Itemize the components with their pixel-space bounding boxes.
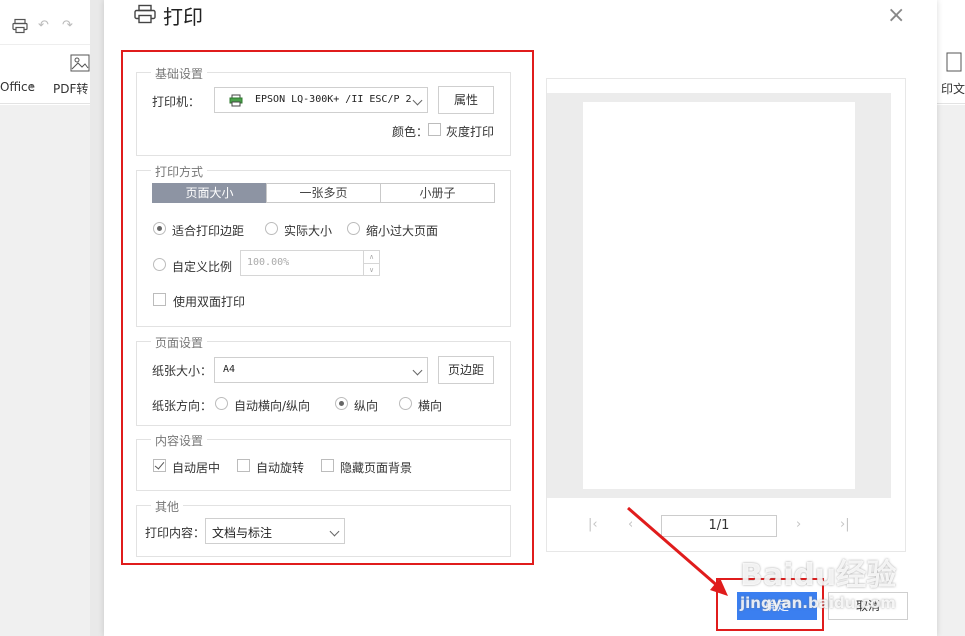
document-area-right bbox=[937, 105, 965, 636]
redo-icon[interactable]: ↷ bbox=[62, 18, 73, 33]
document-area-left bbox=[0, 105, 90, 636]
next-page-icon[interactable]: › bbox=[796, 517, 801, 532]
ribbon-right-label[interactable]: 印文 bbox=[941, 80, 965, 97]
watermark-brand: Baidu经验 bbox=[740, 558, 897, 593]
preview-page bbox=[583, 102, 855, 489]
undo-icon[interactable]: ↶ bbox=[38, 18, 49, 33]
ribbon-pdf-label[interactable]: PDF转 bbox=[53, 80, 88, 97]
last-page-icon[interactable]: ›| bbox=[840, 517, 850, 532]
first-page-icon[interactable]: |‹ bbox=[588, 517, 598, 532]
annotation-arrow bbox=[627, 506, 728, 596]
ribbon-right: 印文 bbox=[937, 46, 965, 104]
printer-icon bbox=[134, 4, 156, 24]
image-icon bbox=[70, 54, 90, 72]
quick-access-toolbar: ↶ ↷ bbox=[0, 0, 90, 45]
document-icon bbox=[946, 52, 962, 72]
dialog-title: 打印 bbox=[163, 5, 203, 29]
watermark-url: jingyan.baidu.com bbox=[740, 594, 896, 612]
close-icon[interactable]: × bbox=[887, 3, 905, 28]
printer-icon[interactable] bbox=[12, 18, 28, 34]
dropdown-arrow-icon: ▾ bbox=[30, 82, 35, 91]
annotation-box-settings bbox=[121, 50, 534, 565]
ribbon: Office ▾ PDF转 bbox=[0, 46, 90, 104]
